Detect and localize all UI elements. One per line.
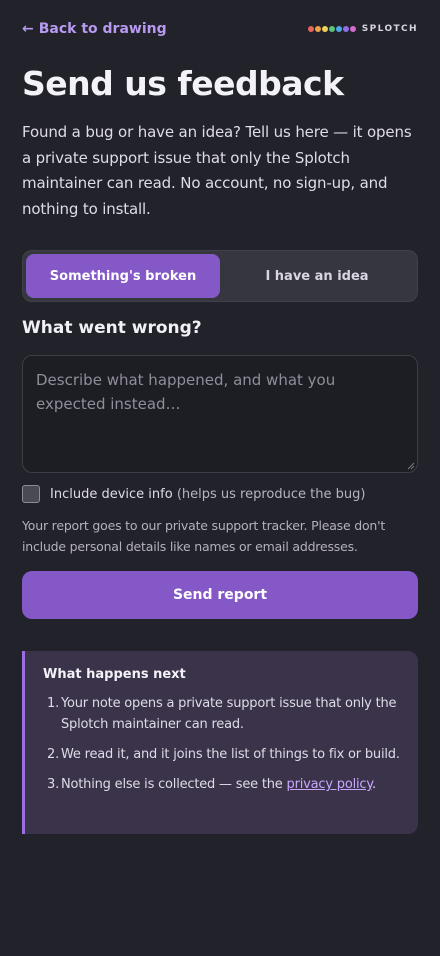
page-title: Send us feedback	[22, 64, 344, 103]
list-item-number: 1.	[47, 696, 60, 711]
list-item-text: We read it, and it joins the list of thi…	[61, 747, 400, 762]
brand-name: SPLOTCH	[361, 24, 418, 34]
brand-dot	[314, 26, 321, 32]
brand-dot	[335, 26, 342, 32]
list-item: 2. We read it, and it joins the list of …	[43, 744, 400, 765]
list-item-number: 3.	[47, 777, 60, 792]
device-info-label: Include device info (helps us reproduce …	[50, 487, 365, 502]
what-happens-next-title: What happens next	[43, 667, 186, 682]
brand-dot	[307, 26, 314, 32]
device-info-checkbox[interactable]	[22, 485, 40, 503]
list-item: 1. Your note opens a private support iss…	[43, 693, 400, 735]
privacy-policy-link[interactable]: privacy policy	[287, 777, 373, 792]
feedback-textarea[interactable]	[22, 355, 418, 473]
brand-logo: SPLOTCH	[307, 24, 418, 34]
send-report-button[interactable]: Send report	[22, 571, 418, 619]
feedback-type-toggle: Something's broken I have an idea	[22, 250, 418, 302]
brand-dot	[349, 26, 356, 32]
intro-text: Found a bug or have an idea? Tell us her…	[22, 123, 412, 218]
brand-color-dots	[307, 26, 356, 32]
tab-have-an-idea[interactable]: I have an idea	[220, 254, 414, 298]
back-to-drawing-link[interactable]: ← Back to drawing	[22, 21, 167, 37]
brand-dot	[328, 26, 335, 32]
list-item-text-suffix: .	[372, 777, 376, 792]
what-happens-next-card: What happens next 1. Your note opens a p…	[22, 651, 418, 834]
section-title: What went wrong?	[22, 318, 202, 338]
list-item-text-prefix: Nothing else is collected — see the	[61, 777, 283, 792]
privacy-note: Your report goes to our private support …	[22, 518, 386, 554]
back-link-label: Back to drawing	[38, 21, 167, 37]
list-item-text: Nothing else is collected — see the priv…	[61, 774, 376, 795]
device-info-label-text: Include device info	[50, 486, 173, 502]
next-steps-list: 1. Your note opens a private support iss…	[43, 693, 400, 795]
device-info-option: Include device info (helps us reproduce …	[22, 485, 365, 503]
brand-dot	[321, 26, 328, 32]
top-bar: ← Back to drawing SPLOTCH	[22, 18, 418, 40]
list-item-number: 2.	[47, 747, 60, 762]
list-item-text: Your note opens a private support issue …	[61, 696, 397, 732]
tab-something-broken[interactable]: Something's broken	[26, 254, 220, 298]
list-item: 3. Nothing else is collected — see the p…	[43, 774, 400, 795]
device-info-hint: (helps us reproduce the bug)	[176, 486, 366, 502]
brand-dot	[342, 26, 349, 32]
arrow-left-icon: ←	[22, 21, 34, 37]
